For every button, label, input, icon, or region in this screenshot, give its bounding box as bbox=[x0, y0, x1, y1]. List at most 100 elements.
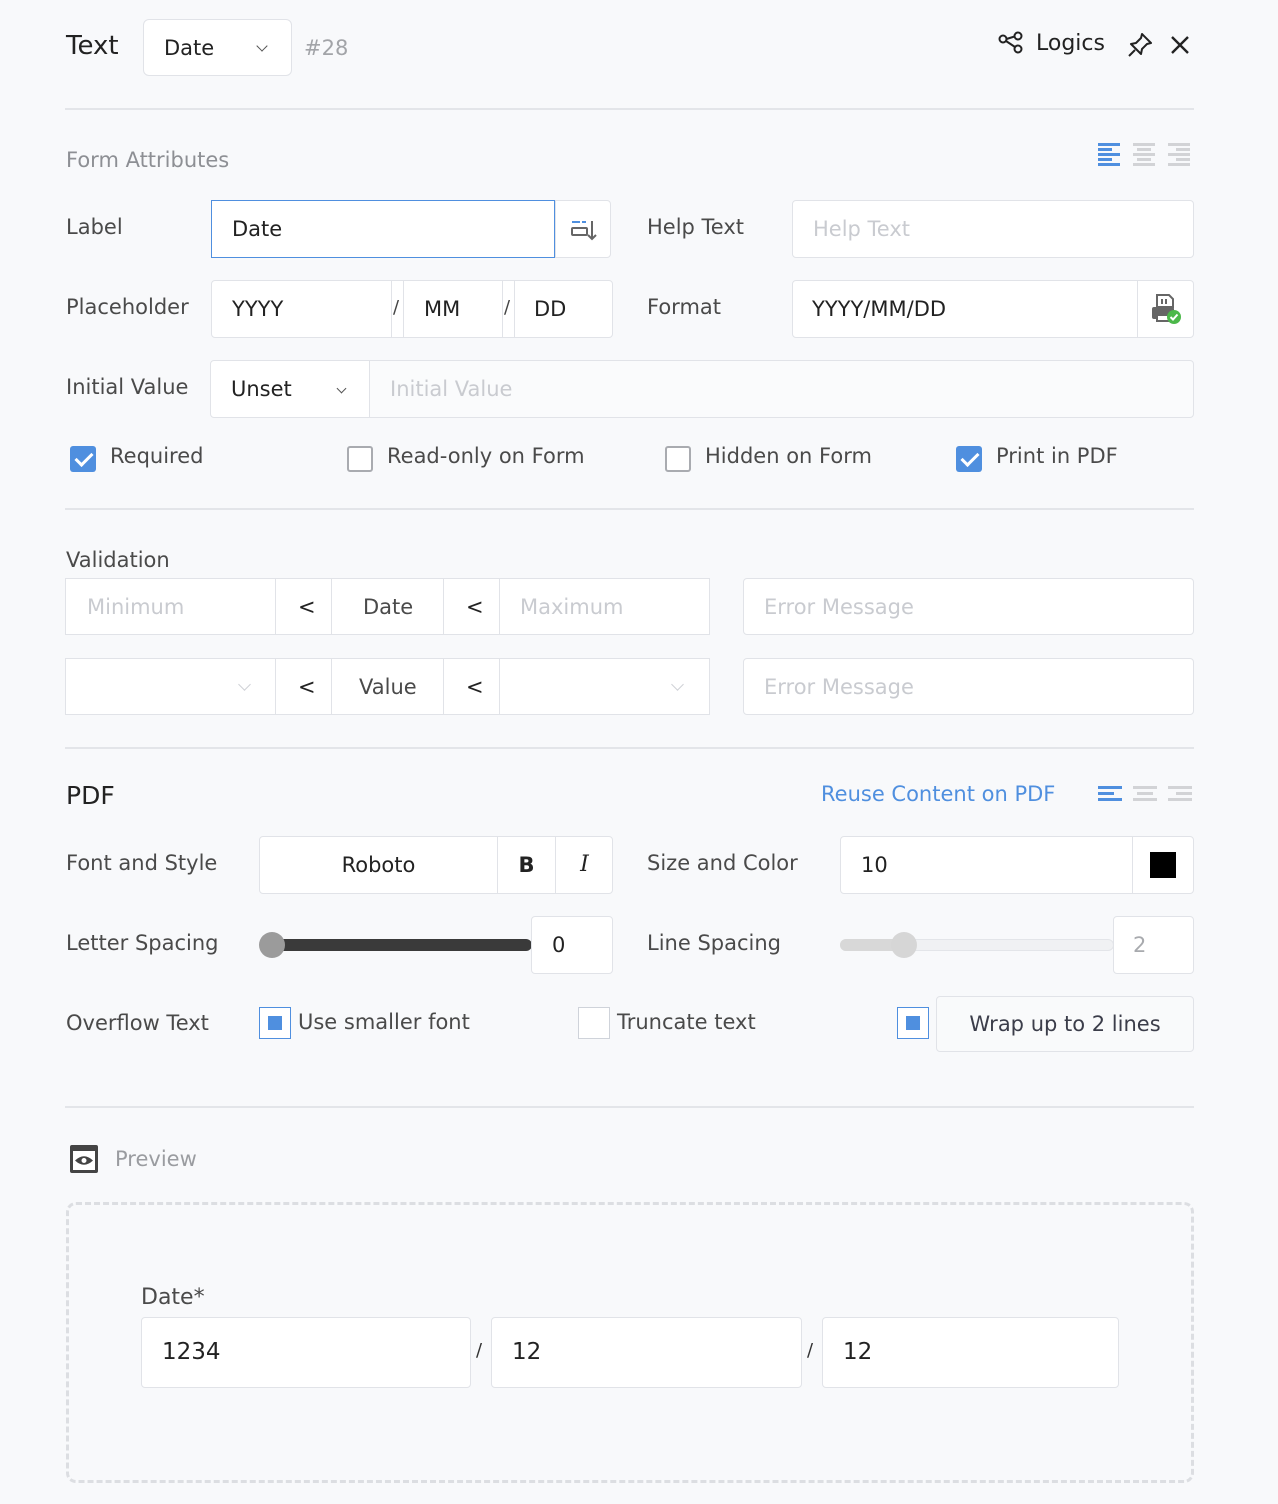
italic-button[interactable]: I bbox=[556, 837, 613, 893]
operator-less-than[interactable]: < bbox=[466, 595, 484, 619]
preview-day-input[interactable]: 12 bbox=[822, 1317, 1119, 1388]
radio-unchecked bbox=[578, 1007, 610, 1039]
operator-less-than[interactable]: < bbox=[466, 675, 484, 699]
slider-handle[interactable] bbox=[259, 932, 285, 958]
minimum-input[interactable]: Minimum bbox=[87, 595, 184, 619]
hidden-checkbox[interactable]: Hidden on Form bbox=[665, 444, 895, 474]
checkbox-unchecked bbox=[665, 446, 691, 472]
validation-type: Value bbox=[359, 675, 417, 699]
required-label: Required bbox=[110, 444, 204, 468]
font-select[interactable]: Roboto bbox=[260, 837, 497, 893]
field-type-title: Text bbox=[66, 31, 119, 61]
pdf-title: PDF bbox=[66, 781, 115, 810]
operator-less-than[interactable]: < bbox=[298, 675, 316, 699]
color-picker-button[interactable] bbox=[1132, 836, 1194, 894]
error-message-input[interactable]: Error Message bbox=[743, 658, 1194, 715]
slider-track bbox=[263, 939, 532, 951]
validation-row: Minimum < Date < Maximum bbox=[65, 578, 710, 635]
initial-value-mode-select[interactable]: Unset bbox=[210, 360, 370, 418]
preview-eye-icon bbox=[70, 1145, 98, 1173]
format-label: Format bbox=[647, 295, 722, 319]
section-divider bbox=[65, 747, 1194, 749]
label-to-pdf-button[interactable] bbox=[555, 200, 611, 258]
initial-value-placeholder: Initial Value bbox=[390, 377, 513, 401]
close-icon[interactable] bbox=[1170, 35, 1190, 55]
format-print-button[interactable] bbox=[1137, 280, 1194, 338]
preview-separator: / bbox=[476, 1340, 483, 1361]
help-text-label: Help Text bbox=[647, 215, 745, 239]
placeholder-month-input[interactable]: MM bbox=[424, 297, 460, 321]
align-left-icon[interactable] bbox=[1098, 143, 1120, 167]
preview-month-input[interactable]: 12 bbox=[491, 1317, 802, 1388]
radio-checked bbox=[259, 1007, 291, 1039]
field-type-select[interactable]: Date bbox=[143, 19, 292, 76]
truncate-text-option[interactable]: Truncate text bbox=[578, 1007, 778, 1039]
letter-spacing-slider[interactable] bbox=[259, 932, 532, 958]
header-divider bbox=[65, 108, 1194, 110]
align-center-icon[interactable] bbox=[1133, 786, 1157, 804]
line-spacing-input[interactable]: 2 bbox=[1113, 916, 1194, 974]
bold-button[interactable]: B bbox=[498, 837, 555, 893]
checkbox-unchecked bbox=[347, 446, 373, 472]
format-value: YYYY/MM/DD bbox=[812, 297, 947, 321]
placeholder-label: Placeholder bbox=[66, 295, 189, 319]
move-down-icon bbox=[571, 221, 597, 241]
label-field-label: Label bbox=[66, 215, 123, 239]
error-message-input[interactable]: Error Message bbox=[743, 578, 1194, 635]
align-center-icon[interactable] bbox=[1133, 143, 1155, 167]
validation-row: < Value < bbox=[65, 658, 710, 715]
pin-icon[interactable] bbox=[1126, 31, 1154, 59]
placeholder-separator: / bbox=[393, 297, 400, 318]
readonly-checkbox[interactable]: Read-only on Form bbox=[347, 444, 597, 474]
help-text-input[interactable]: Help Text bbox=[792, 200, 1194, 258]
preview-year-value: 1234 bbox=[162, 1339, 221, 1365]
radio-checked bbox=[897, 1007, 929, 1039]
placeholder-year-input[interactable]: YYYY bbox=[232, 297, 283, 321]
error-message-placeholder: Error Message bbox=[764, 595, 914, 619]
help-text-placeholder: Help Text bbox=[813, 217, 911, 241]
initial-value-input[interactable]: Initial Value bbox=[369, 360, 1194, 418]
logics-button[interactable]: Logics bbox=[998, 26, 1105, 60]
maximum-input[interactable]: Maximum bbox=[520, 595, 623, 619]
font-style-group: Roboto B I bbox=[259, 836, 613, 894]
placeholder-day-input[interactable]: DD bbox=[534, 297, 566, 321]
preview-year-input[interactable]: 1234 bbox=[141, 1317, 471, 1388]
readonly-label: Read-only on Form bbox=[387, 444, 585, 468]
preview-container: Date* 1234 / 12 / 12 bbox=[66, 1202, 1194, 1483]
wrap-lines-button[interactable]: Wrap up to 2 lines bbox=[936, 996, 1194, 1052]
section-divider bbox=[65, 1106, 1194, 1108]
section-divider bbox=[65, 508, 1194, 510]
print-pdf-checkbox[interactable]: Print in PDF bbox=[956, 444, 1156, 474]
font-size-input[interactable]: 10 bbox=[840, 836, 1133, 894]
error-message-placeholder: Error Message bbox=[764, 675, 914, 699]
use-smaller-font-option[interactable]: Use smaller font bbox=[259, 1007, 489, 1039]
validation-type: Date bbox=[363, 595, 414, 619]
preview-separator: / bbox=[807, 1340, 814, 1361]
reuse-content-link[interactable]: Reuse Content on PDF bbox=[821, 782, 1055, 806]
wrap-lines-option[interactable] bbox=[897, 1007, 929, 1039]
format-input[interactable]: YYYY/MM/DD bbox=[792, 280, 1138, 338]
use-smaller-font-label: Use smaller font bbox=[298, 1010, 470, 1034]
align-right-icon[interactable] bbox=[1168, 786, 1192, 804]
align-right-icon[interactable] bbox=[1168, 143, 1190, 167]
checkbox-checked bbox=[956, 446, 982, 472]
validation-title: Validation bbox=[66, 548, 170, 572]
preview-day-value: 12 bbox=[843, 1339, 873, 1365]
preview-title: Preview bbox=[115, 1147, 197, 1171]
form-attributes-title: Form Attributes bbox=[66, 148, 230, 172]
line-spacing-slider[interactable] bbox=[840, 932, 1114, 958]
print-pdf-label: Print in PDF bbox=[996, 444, 1118, 468]
slider-handle[interactable] bbox=[891, 932, 917, 958]
preview-month-value: 12 bbox=[512, 1339, 542, 1365]
operator-less-than[interactable]: < bbox=[298, 595, 316, 619]
printer-check-icon bbox=[1152, 294, 1181, 324]
wrap-lines-label: Wrap up to 2 lines bbox=[969, 1012, 1161, 1036]
hidden-label: Hidden on Form bbox=[705, 444, 872, 468]
label-input[interactable]: Date bbox=[211, 200, 555, 258]
required-checkbox[interactable]: Required bbox=[70, 444, 270, 474]
share-nodes-icon bbox=[998, 31, 1023, 54]
align-left-icon[interactable] bbox=[1098, 786, 1122, 804]
letter-spacing-input[interactable]: 0 bbox=[531, 916, 613, 974]
overflow-text-label: Overflow Text bbox=[66, 1011, 209, 1035]
preview-field-label: Date* bbox=[141, 1285, 205, 1310]
